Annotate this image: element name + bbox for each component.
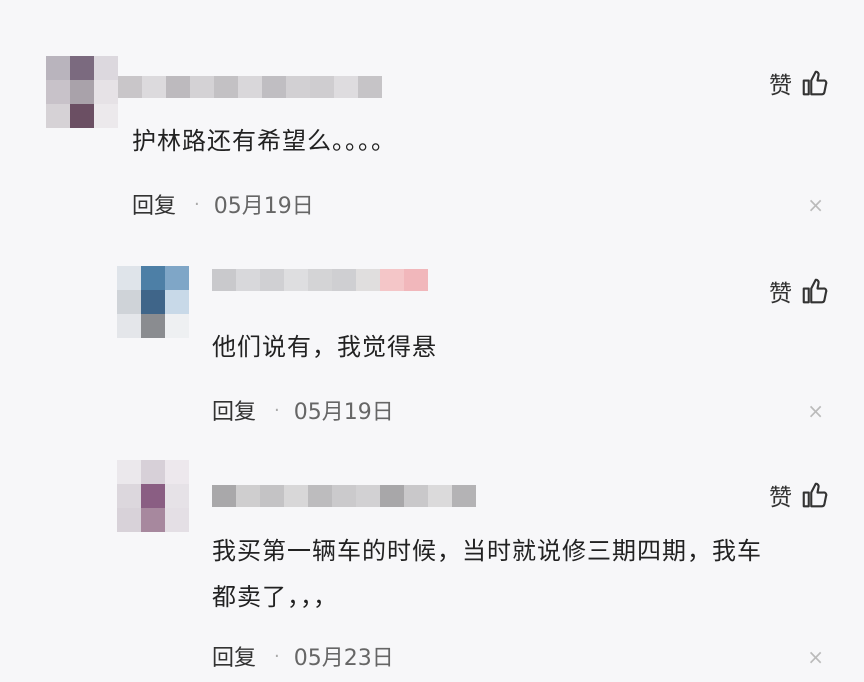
username-pixel — [356, 485, 380, 507]
avatar-pixel — [70, 104, 94, 128]
comment-item: 赞 护林路还有希望么。。。。 回复 · 05月19日 × — [0, 0, 864, 240]
username-pixel — [380, 485, 404, 507]
username-pixel — [286, 76, 310, 98]
comment-text-line: 都卖了，，， — [212, 583, 338, 611]
comment-item: 赞 我买第一辆车的时候，当时就说修三期四期，我车 都卖了，，， 回复 · 05月… — [0, 450, 864, 682]
username-pixel — [332, 485, 356, 507]
username-pixel — [332, 269, 356, 291]
username-pixel — [310, 76, 334, 98]
avatar-pixel — [141, 266, 165, 290]
like-label: 赞 — [769, 281, 792, 307]
separator-dot: · — [274, 399, 280, 421]
separator-dot: · — [274, 645, 280, 667]
username-pixelated[interactable] — [212, 485, 476, 507]
avatar-pixel — [117, 314, 141, 338]
avatar-pixel — [165, 290, 189, 314]
avatar-pixel — [70, 56, 94, 80]
like-button[interactable]: 赞 — [769, 478, 830, 512]
comment-date: 05月23日 — [293, 646, 394, 671]
like-label: 赞 — [769, 485, 792, 511]
username-pixel — [214, 76, 238, 98]
avatar-pixel — [117, 508, 141, 532]
username-pixel — [358, 76, 382, 98]
comment-date: 05月19日 — [213, 194, 314, 219]
comment-text-line: 我买第一辆车的时候，当时就说修三期四期，我车 — [212, 537, 762, 565]
avatar-pixel — [117, 460, 141, 484]
username-pixel — [452, 485, 476, 507]
reply-button[interactable]: 回复 — [132, 188, 176, 220]
avatar-pixel — [94, 104, 118, 128]
comment-item: 赞 他们说有，我觉得悬 回复 · 05月19日 × — [0, 240, 864, 450]
username-pixel — [236, 269, 260, 291]
avatar[interactable] — [117, 266, 189, 338]
username-pixel — [428, 485, 452, 507]
avatar-pixel — [117, 484, 141, 508]
avatar-pixel — [165, 484, 189, 508]
username-pixel — [356, 269, 380, 291]
username-pixel — [118, 76, 142, 98]
avatar-pixel — [141, 314, 165, 338]
comment-text: 他们说有，我觉得悬 — [212, 333, 437, 361]
close-icon[interactable]: × — [807, 193, 824, 217]
avatar-pixel — [165, 314, 189, 338]
username-pixel — [404, 269, 428, 291]
avatar[interactable] — [46, 56, 118, 128]
like-button[interactable]: 赞 — [769, 274, 830, 308]
username-pixel — [284, 485, 308, 507]
username-pixelated[interactable] — [118, 76, 382, 98]
username-pixel — [142, 76, 166, 98]
username-pixel — [260, 485, 284, 507]
reply-button[interactable]: 回复 — [212, 394, 256, 426]
username-pixel — [212, 269, 236, 291]
username-pixel — [334, 76, 358, 98]
comment-date: 05月19日 — [293, 400, 394, 425]
avatar-pixel — [141, 460, 165, 484]
thumbs-up-icon — [802, 70, 828, 96]
thumbs-up-icon — [802, 482, 828, 508]
avatar-pixel — [46, 104, 70, 128]
like-button[interactable]: 赞 — [769, 66, 830, 100]
avatar-pixel — [46, 56, 70, 80]
avatar-pixel — [141, 290, 165, 314]
avatar-pixel — [165, 460, 189, 484]
reply-button[interactable]: 回复 — [212, 640, 256, 672]
username-pixel — [260, 269, 284, 291]
username-pixel — [166, 76, 190, 98]
avatar-pixel — [141, 484, 165, 508]
like-label: 赞 — [769, 73, 792, 99]
username-pixel — [404, 485, 428, 507]
thumbs-up-icon — [802, 278, 828, 304]
comment-meta: 回复 · 05月23日 — [212, 640, 394, 672]
comment-text: 我买第一辆车的时候，当时就说修三期四期，我车 都卖了，，， — [212, 528, 762, 620]
avatar-pixel — [165, 508, 189, 532]
avatar-pixel — [94, 56, 118, 80]
avatar-pixel — [70, 80, 94, 104]
avatar-pixel — [117, 290, 141, 314]
username-pixel — [238, 76, 262, 98]
comment-meta: 回复 · 05月19日 — [132, 188, 314, 220]
avatar-pixel — [46, 80, 70, 104]
comment-text: 护林路还有希望么。。。。 — [132, 127, 396, 155]
avatar-pixel — [94, 80, 118, 104]
username-pixel — [190, 76, 214, 98]
avatar[interactable] — [117, 460, 189, 532]
username-pixel — [380, 269, 404, 291]
comment-meta: 回复 · 05月19日 — [212, 394, 394, 426]
avatar-pixel — [141, 508, 165, 532]
username-pixel — [262, 76, 286, 98]
close-icon[interactable]: × — [807, 645, 824, 669]
separator-dot: · — [194, 193, 200, 215]
avatar-pixel — [117, 266, 141, 290]
username-pixel — [308, 269, 332, 291]
username-pixelated[interactable] — [212, 269, 428, 291]
username-pixel — [212, 485, 236, 507]
close-icon[interactable]: × — [807, 399, 824, 423]
username-pixel — [236, 485, 260, 507]
username-pixel — [284, 269, 308, 291]
username-pixel — [308, 485, 332, 507]
avatar-pixel — [165, 266, 189, 290]
